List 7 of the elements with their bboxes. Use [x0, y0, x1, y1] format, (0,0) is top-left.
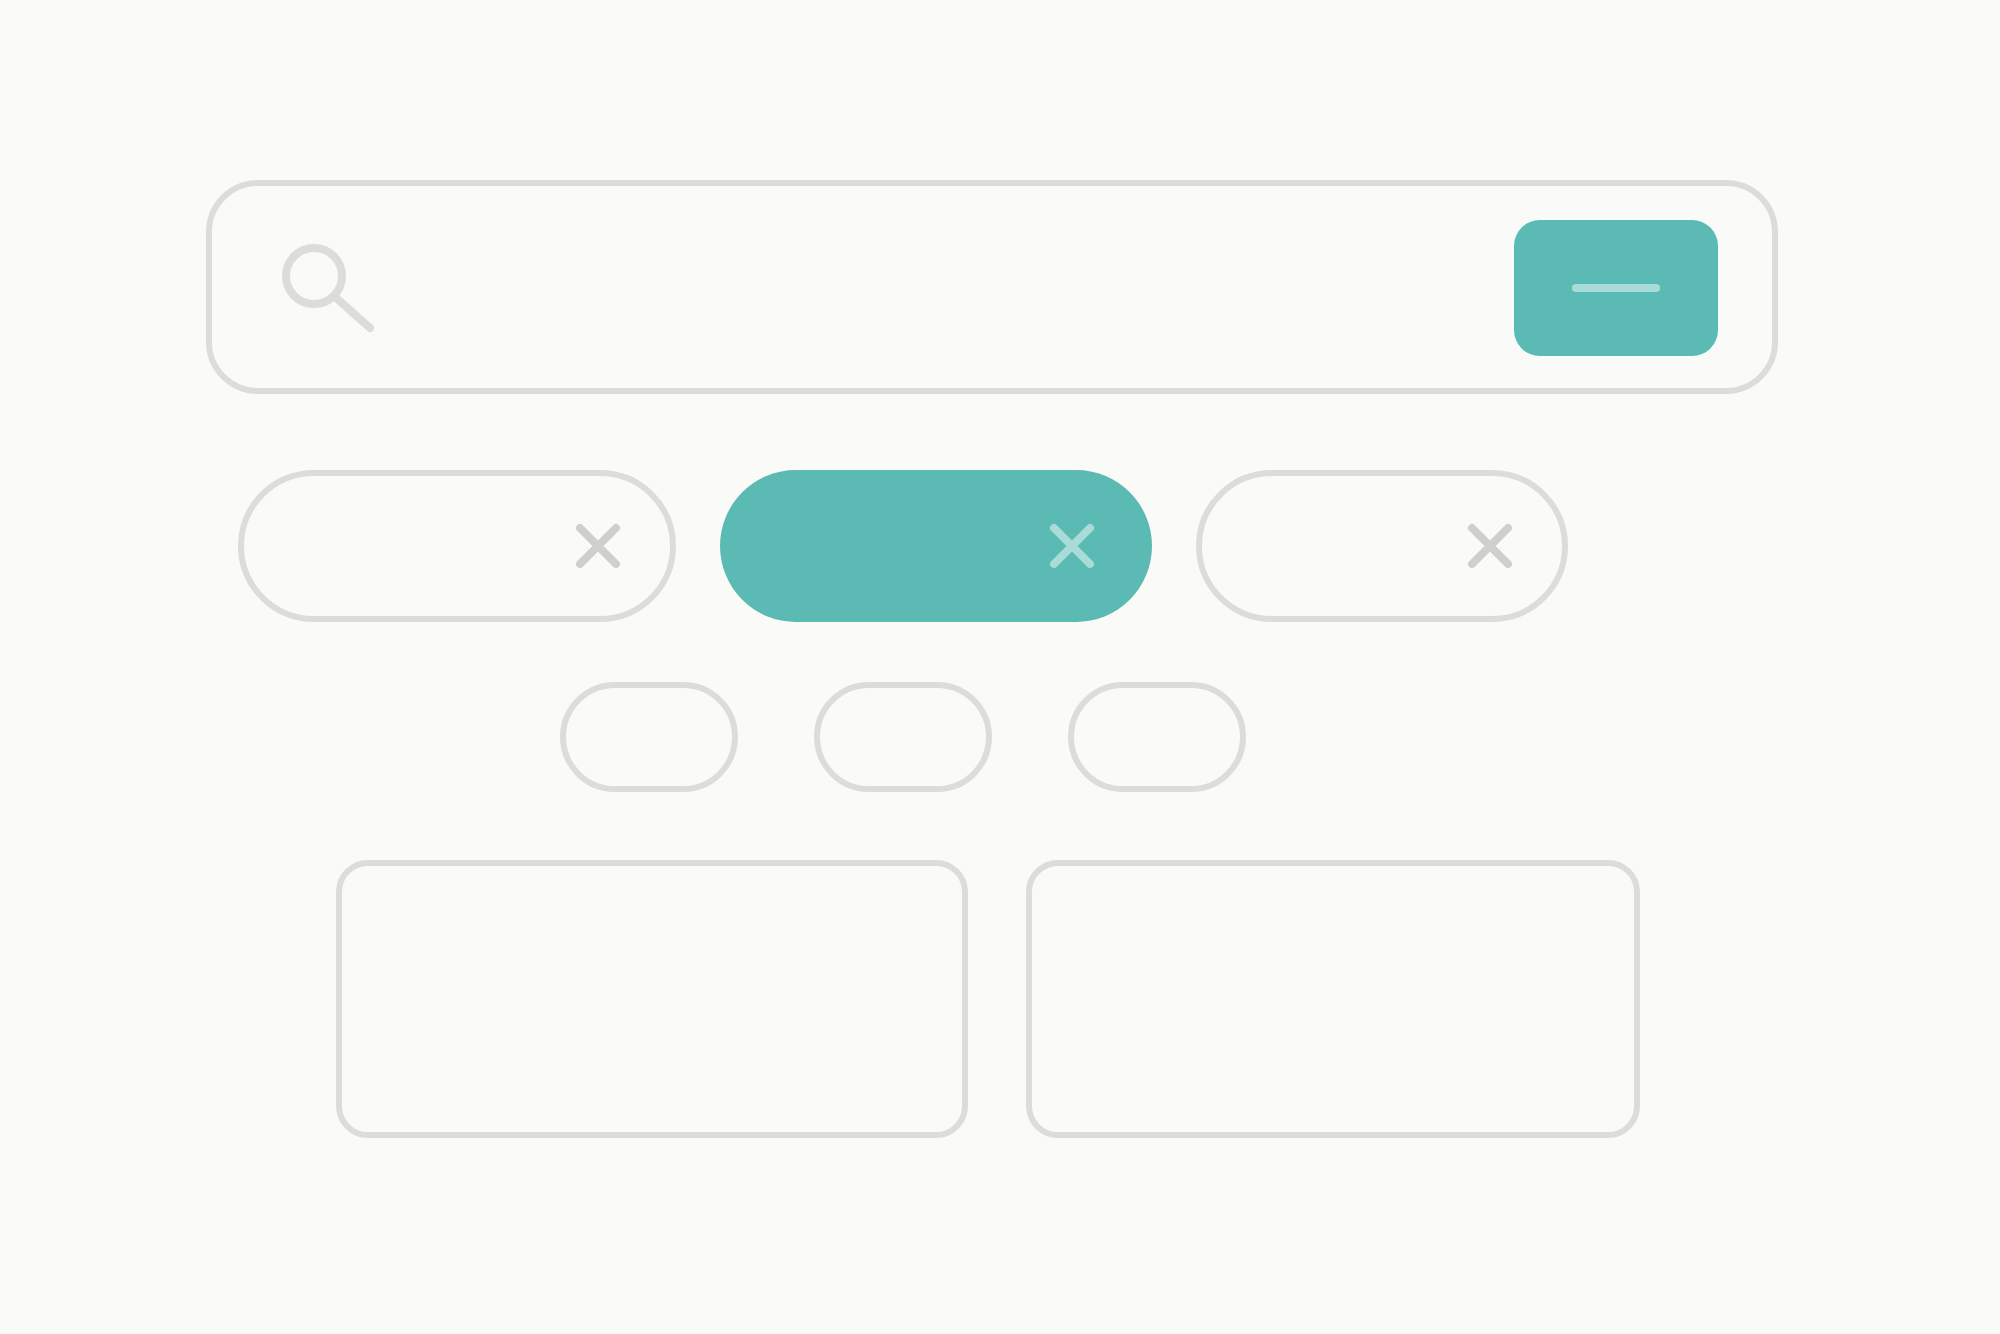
search-button[interactable]	[1514, 219, 1718, 355]
minus-icon	[1570, 281, 1662, 293]
close-icon[interactable]	[1048, 522, 1096, 570]
close-icon[interactable]	[1466, 522, 1514, 570]
close-icon[interactable]	[574, 522, 622, 570]
search-field[interactable]	[206, 180, 1778, 394]
search-icon	[278, 239, 378, 335]
